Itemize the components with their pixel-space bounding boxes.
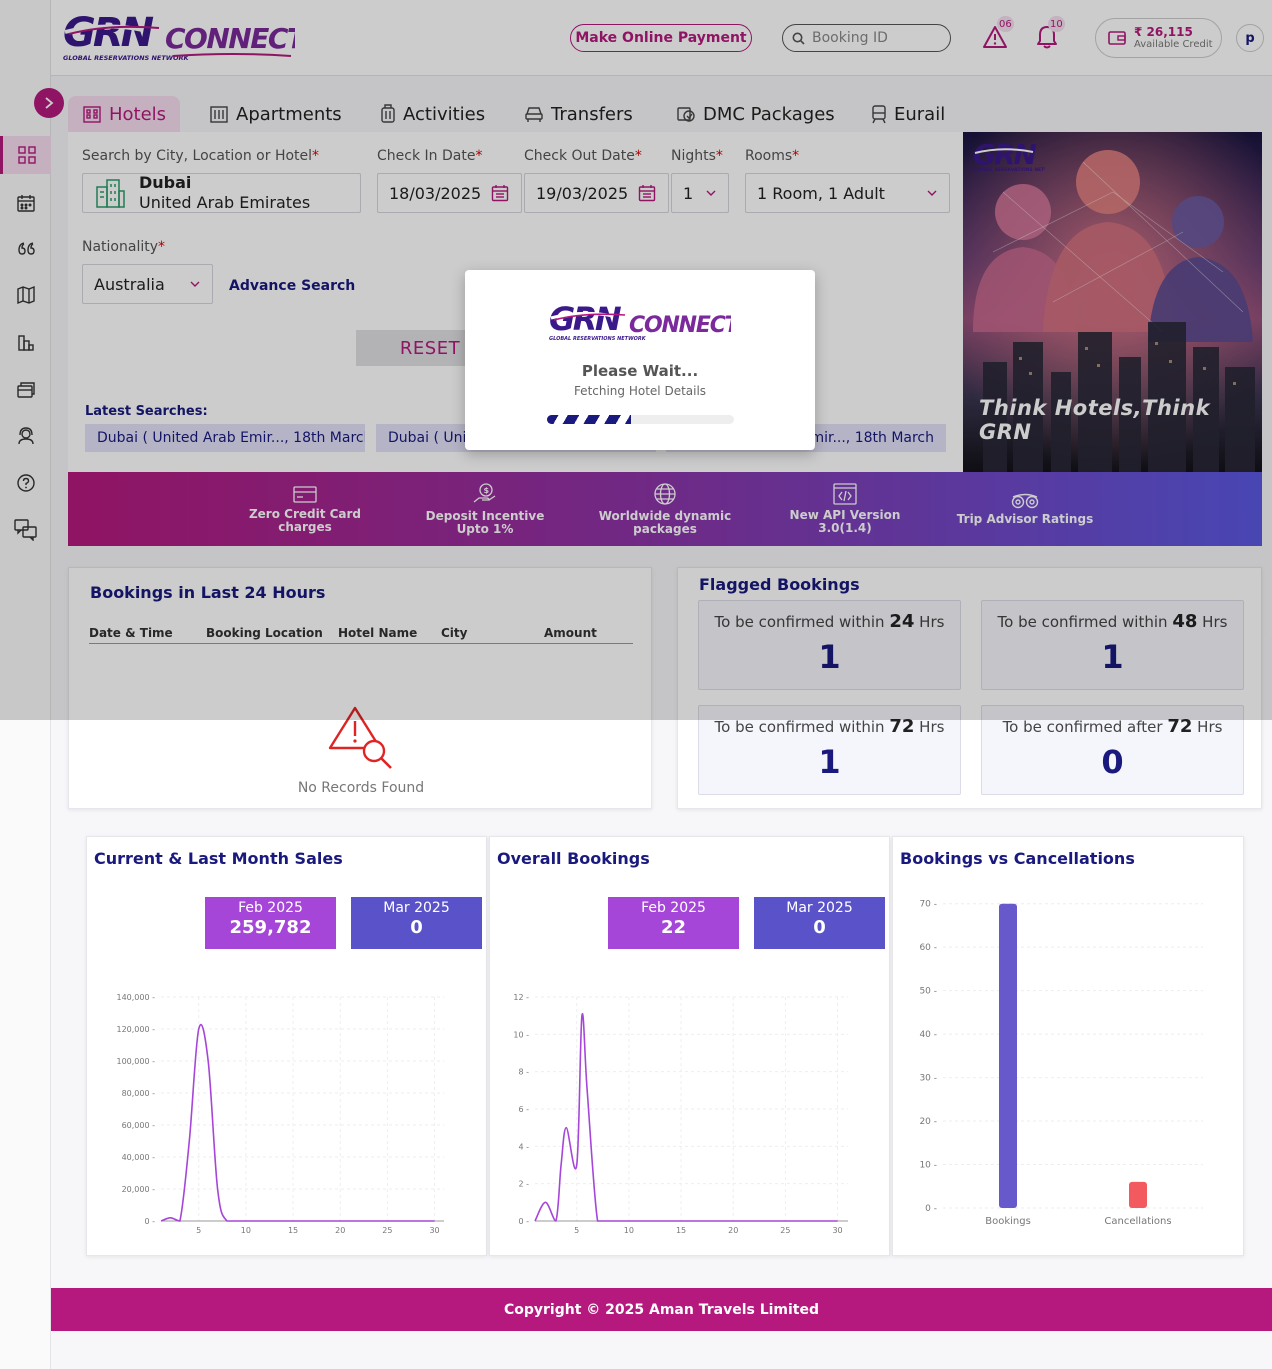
y-tick-label: 10 -	[919, 1161, 937, 1171]
y-tick-label: 40,000 -	[122, 1153, 156, 1162]
y-tick-label: 8 -	[518, 1068, 529, 1077]
x-tick-label: 5	[196, 1226, 201, 1235]
y-tick-label: 10 -	[513, 1030, 529, 1039]
y-tick-label: 0 -	[925, 1204, 937, 1214]
y-tick-label: 4 -	[518, 1142, 529, 1151]
x-tick-label: 25	[382, 1226, 392, 1235]
y-tick-label: 20 -	[919, 1117, 937, 1127]
x-tick-label: 10	[624, 1226, 634, 1235]
svg-text:CONNECT: CONNECT	[629, 313, 731, 338]
please-wait-text: Please Wait...	[581, 362, 699, 380]
series-line	[160, 1023, 435, 1222]
sales-line-chart: 0 - 20,000 - 40,000 - 60,000 - 80,000 - 100,0…	[116, 993, 444, 1235]
y-tick-label: 30 -	[919, 1074, 937, 1084]
loading-progress-bar	[547, 415, 734, 424]
flagged-count: 0	[1101, 743, 1124, 781]
svg-text:GRN: GRN	[549, 302, 622, 338]
svg-text:GLOBAL RESERVATIONS NETWORK: GLOBAL RESERVATIONS NETWORK	[549, 336, 647, 342]
y-tick-label: 80,000 -	[122, 1089, 156, 1098]
x-tick-label: 20	[728, 1226, 738, 1235]
loading-progress-fill	[547, 415, 632, 424]
bookings-vs-cancellations-card: Bookings vs Cancellations 0 -10 -20 -30 …	[892, 836, 1244, 1256]
fetching-details-text: Fetching Hotel Details	[573, 384, 707, 398]
y-tick-label: 60,000 -	[122, 1121, 156, 1130]
overall-bookings-line-chart: 0 - 2 - 4 - 6 - 8 - 10 - 12 - 5 10 15 20 25 30	[513, 993, 848, 1235]
overall-bookings-card: Overall Bookings Feb 2025 22 Mar 2025 0 0 …	[489, 836, 890, 1256]
x-tick-label: 5	[574, 1226, 579, 1235]
footer: Copyright © 2025 Aman Travels Limited	[51, 1288, 1272, 1331]
bar	[1129, 1181, 1147, 1208]
y-tick-label: 2 -	[518, 1180, 529, 1189]
bookings-vs-cancellations-bar-chart: 0 - 10 - 20 - 30 - 40 - 50 - 60 - 70 - Bookings C…	[919, 900, 1203, 1227]
loading-modal: GRN CONNECT GLOBAL RESERVATIONS NETWORK …	[465, 270, 815, 450]
y-tick-label: 50 -	[919, 987, 937, 997]
y-tick-label: 20,000 -	[122, 1185, 156, 1194]
y-tick-label: 12 -	[513, 993, 529, 1002]
x-category-label: Cancellations	[1104, 1216, 1171, 1227]
y-tick-label: 70 -	[919, 900, 937, 910]
x-tick-label: 20	[335, 1226, 345, 1235]
x-tick-label: 30	[832, 1226, 842, 1235]
y-tick-label: 60 -	[919, 943, 937, 953]
y-tick-label: 140,000 -	[116, 993, 155, 1002]
sales-chart-card: Current & Last Month Sales Feb 2025 259,7…	[86, 836, 487, 1256]
series-line	[534, 1013, 838, 1222]
x-tick-label: 25	[780, 1226, 790, 1235]
y-tick-label: 120,000 -	[116, 1025, 155, 1034]
y-tick-label: 6 -	[518, 1105, 529, 1114]
no-records-text: No Records Found	[297, 780, 425, 796]
y-tick-label: 0 -	[518, 1217, 529, 1226]
bar	[999, 903, 1017, 1208]
x-tick-label: 15	[288, 1226, 298, 1235]
x-tick-label: 10	[241, 1226, 251, 1235]
x-tick-label: 15	[676, 1226, 686, 1235]
y-tick-label: 100,000 -	[116, 1057, 155, 1066]
y-tick-label: 40 -	[919, 1030, 937, 1040]
flagged-count: 1	[818, 743, 841, 781]
y-tick-label: 0 -	[144, 1217, 155, 1226]
x-category-label: Bookings	[985, 1216, 1031, 1227]
x-tick-label: 30	[429, 1226, 439, 1235]
grn-connect-logo: GRN CONNECT GLOBAL RESERVATIONS NETWORK	[549, 302, 731, 342]
